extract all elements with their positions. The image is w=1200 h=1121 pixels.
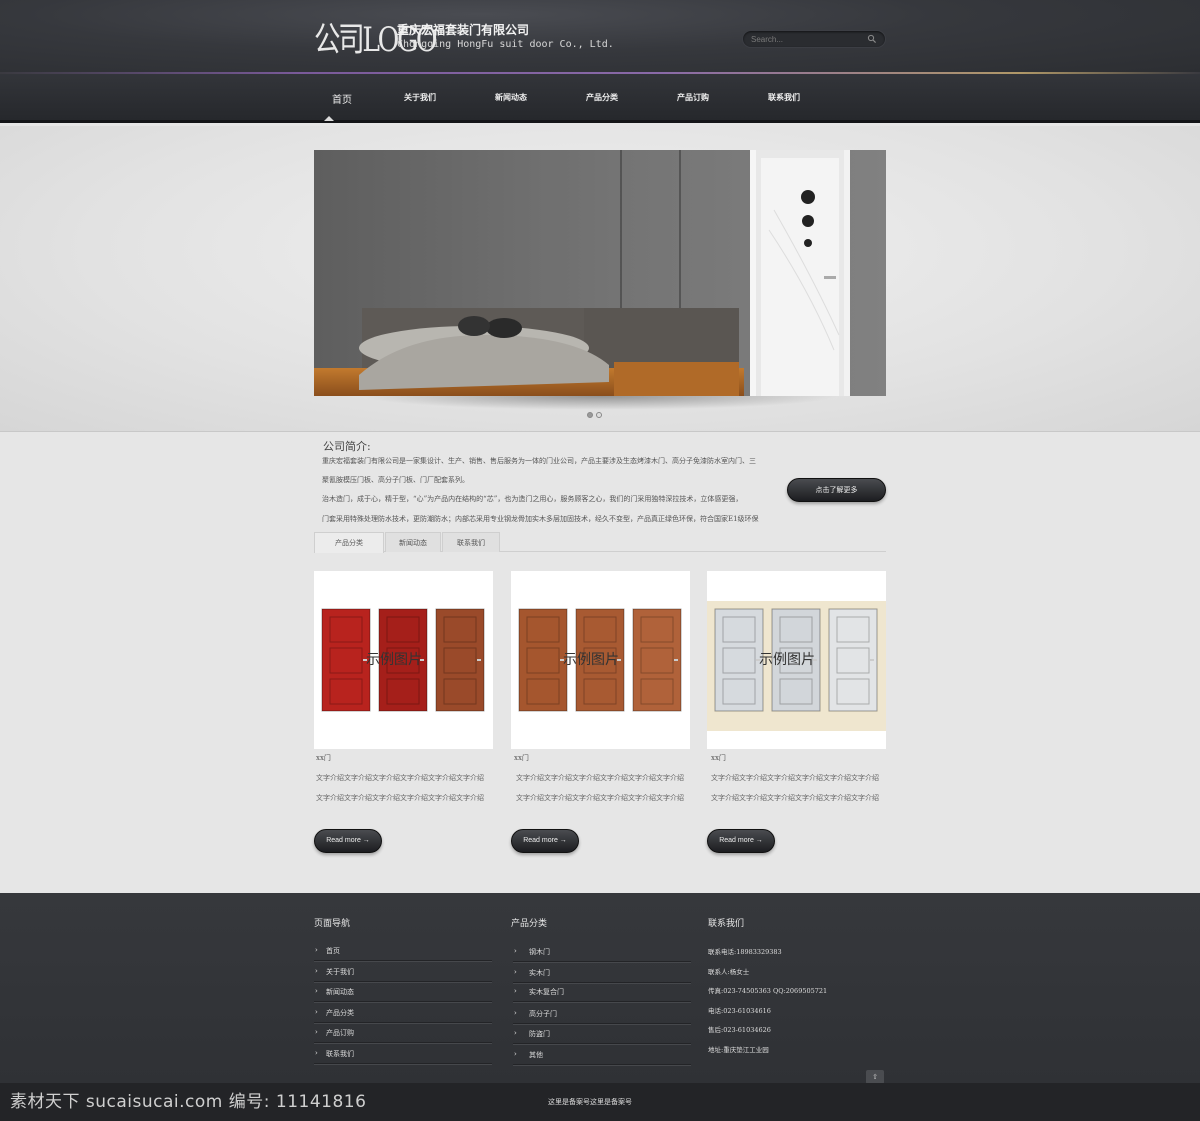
bedroom-door-illustration — [314, 150, 886, 396]
product-image[interactable]: 示例图片 — [511, 571, 690, 749]
footer-nav-link[interactable]: › 首页 — [314, 941, 492, 961]
sample-image-label: 示例图片 — [366, 652, 422, 668]
banner-image[interactable] — [314, 150, 886, 396]
footer-category-link[interactable]: › 钢木门 — [513, 942, 691, 962]
intro-line-4: 门套采用特殊处理防水技术，更防潮防水；内部芯采用专业钢龙骨加实木多层加固技术，经… — [322, 515, 759, 523]
contact-tel: 电话:023-61034616 — [708, 1007, 771, 1015]
nav-item-news[interactable]: 新闻动态 — [495, 92, 527, 103]
product-desc: 文字介绍文字介绍文字介绍文字介绍文字介绍文字介绍 — [316, 774, 484, 782]
footer-category-link[interactable]: › 实木复合门 — [513, 982, 691, 1002]
door-panel — [828, 608, 878, 712]
nav-active-indicator — [324, 116, 334, 121]
search-input[interactable] — [751, 33, 861, 46]
product-desc: 文字介绍文字介绍文字介绍文字介绍文字介绍文字介绍 — [516, 794, 684, 802]
company-name-cn: 重庆宏福套装门有限公司 — [397, 23, 530, 37]
footer-nav-link[interactable]: › 联系我们 — [314, 1044, 492, 1064]
contact-address: 地址:重庆垫江工业园 — [708, 1046, 769, 1054]
door-panel — [632, 608, 682, 712]
section-tabs: 产品分类 新闻动态 联系我们 — [314, 532, 886, 553]
sample-image-label: 示例图片 — [759, 652, 815, 668]
product-name[interactable]: xx门 — [316, 753, 331, 763]
site-header — [0, 0, 1200, 73]
door-panel — [321, 608, 371, 712]
nav-item-about[interactable]: 关于我们 — [404, 92, 436, 103]
contact-person: 联系人:杨女士 — [708, 968, 750, 976]
chevron-right-icon: › — [315, 1008, 318, 1016]
product-name[interactable]: xx门 — [711, 753, 726, 763]
tab-products[interactable]: 产品分类 — [314, 532, 384, 553]
footer-nav-heading: 页面导航 — [314, 919, 351, 929]
intro-line-1: 重庆宏福套装门有限公司是一家集设计、生产、销售、售后服务为一体的门业公司，产品主… — [322, 457, 756, 465]
slider-dot-1[interactable] — [587, 412, 593, 418]
search-icon[interactable] — [867, 34, 877, 44]
product-name[interactable]: xx门 — [514, 753, 529, 763]
chevron-right-icon: › — [315, 1028, 318, 1036]
slider-dot-2[interactable] — [596, 412, 602, 418]
nav-item-order[interactable]: 产品订购 — [677, 92, 709, 103]
nav-item-home[interactable]: 首页 — [332, 91, 352, 106]
back-to-top-icon[interactable]: ⇧ — [866, 1070, 884, 1084]
intro-line-3: 治木造门，成于心，精于型，“心”为产品内在结构的“芯”，也为造门之用心，服务顾客… — [322, 495, 743, 503]
door-panel — [435, 608, 485, 712]
chevron-right-icon: › — [514, 947, 517, 955]
product-desc: 文字介绍文字介绍文字介绍文字介绍文字介绍文字介绍 — [516, 774, 684, 782]
read-more-button[interactable]: Read more → — [314, 829, 382, 853]
read-more-button[interactable]: Read more → — [511, 829, 579, 853]
contact-fax-qq: 传真:023-74505363 QQ:2069505721 — [708, 987, 828, 995]
door-handle — [870, 659, 874, 661]
door-panel — [714, 608, 764, 712]
door-handle — [477, 659, 481, 661]
sample-image-label: 示例图片 — [563, 652, 619, 668]
product-image[interactable]: 示例图片 — [707, 571, 886, 749]
footer-category-link[interactable]: › 其他 — [513, 1045, 691, 1065]
nav-item-contact[interactable]: 联系我们 — [768, 92, 800, 103]
tab-news[interactable]: 新闻动态 — [385, 532, 441, 552]
product-desc: 文字介绍文字介绍文字介绍文字介绍文字介绍文字介绍 — [711, 794, 879, 802]
nav-item-products[interactable]: 产品分类 — [586, 92, 618, 103]
footer-nav-link[interactable]: › 新闻动态 — [314, 982, 492, 1002]
site-watermark: 素材天下 sucaisucai.com 编号: 11141816 — [10, 1092, 367, 1112]
chevron-right-icon: › — [315, 967, 318, 975]
footer-category-heading: 产品分类 — [511, 919, 548, 929]
footer-nav-link[interactable]: › 产品分类 — [314, 1003, 492, 1023]
footer-category-link[interactable]: › 高分子门 — [513, 1004, 691, 1024]
chevron-right-icon: › — [514, 1009, 517, 1017]
chevron-right-icon: › — [514, 987, 517, 995]
footer-category-link[interactable]: › 实木门 — [513, 963, 691, 983]
chevron-right-icon: › — [514, 968, 517, 976]
chevron-right-icon: › — [315, 946, 318, 954]
product-image[interactable]: 示例图片 — [314, 571, 493, 749]
chevron-right-icon: › — [315, 987, 318, 995]
footer-contact-heading: 联系我们 — [708, 919, 745, 929]
intro-line-2: 聚氰胺模压门板、高分子门板、门厂配套系列。 — [322, 476, 469, 484]
contact-phone: 联系电话:18983329383 — [708, 948, 782, 956]
read-more-button[interactable]: Read more → — [707, 829, 775, 853]
chevron-right-icon: › — [315, 1049, 318, 1057]
learn-more-button[interactable]: 点击了解更多 — [787, 478, 886, 502]
chevron-right-icon: › — [514, 1050, 517, 1058]
chevron-right-icon: › — [514, 1029, 517, 1037]
footer-category-link[interactable]: › 防盗门 — [513, 1024, 691, 1044]
icp-record: 这里是备案号这里是备案号 — [548, 1098, 632, 1106]
product-desc: 文字介绍文字介绍文字介绍文字介绍文字介绍文字介绍 — [711, 774, 879, 782]
contact-aftersales: 售后:023-61034626 — [708, 1026, 771, 1034]
intro-title: 公司简介: — [323, 440, 371, 453]
banner-shadow — [360, 396, 840, 410]
door-handle — [674, 659, 678, 661]
tab-contact[interactable]: 联系我们 — [442, 532, 500, 552]
footer-nav-link[interactable]: › 关于我们 — [314, 962, 492, 982]
door-panel — [518, 608, 568, 712]
main-nav: 首页 关于我们 新闻动态 产品分类 产品订购 联系我们 — [0, 74, 1200, 123]
product-desc: 文字介绍文字介绍文字介绍文字介绍文字介绍文字介绍 — [316, 794, 484, 802]
company-name-en: Chongqing HongFu suit door Co., Ltd. — [397, 39, 614, 50]
footer-nav-link[interactable]: › 产品订购 — [314, 1023, 492, 1043]
search-box — [742, 30, 886, 48]
